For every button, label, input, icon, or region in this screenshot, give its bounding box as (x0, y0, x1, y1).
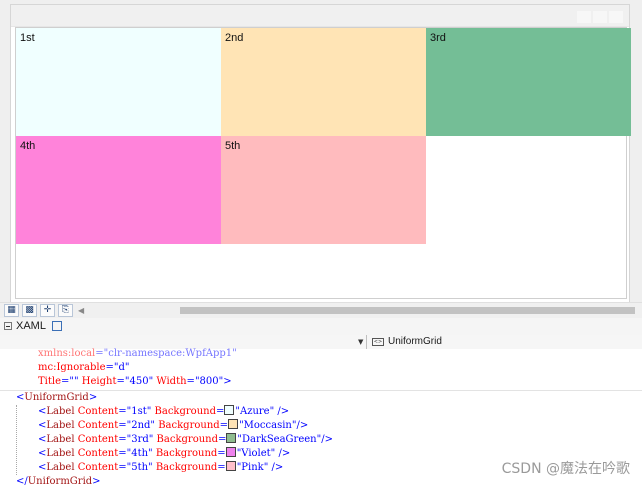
attr-name: Background (158, 420, 220, 431)
attr-name: Content (77, 462, 119, 473)
tag-name: Label (46, 420, 75, 431)
color-swatch-icon[interactable] (228, 419, 239, 429)
attr-name: Background (155, 448, 218, 459)
code-line: <Label Content="5th" Background= "Pink" /… (38, 461, 284, 473)
color-swatch-icon[interactable] (225, 447, 236, 457)
checker-icon[interactable]: ▩ (22, 304, 37, 317)
grid-icon[interactable]: ▦ (4, 304, 19, 317)
attr-name: Content (77, 420, 119, 431)
color-swatch-icon[interactable] (224, 405, 235, 415)
attr-value: "2nd" (126, 420, 156, 431)
divider (366, 335, 367, 349)
snap-icon[interactable]: ✛ (40, 304, 55, 317)
attr-name: Title (38, 376, 62, 387)
attr-name: Content (77, 434, 119, 445)
attr-value: "Moccasin" (239, 420, 297, 431)
attr-name: Background (155, 462, 218, 473)
uniform-grid[interactable]: 1st 2nd 3rd 4th 5th (15, 27, 631, 299)
tag-bracket: /> (321, 434, 333, 445)
tag-name: Label (46, 448, 75, 459)
attr-name: Background (154, 406, 216, 417)
attr-name: Height (81, 376, 117, 387)
grid-cell-1st[interactable]: 1st (16, 28, 221, 136)
window-preview: 1st 2nd 3rd 4th 5th (10, 4, 631, 302)
attr-name: Background (156, 434, 219, 445)
horizontal-scrollbar[interactable] (180, 307, 635, 314)
attr-value: "800" (194, 376, 224, 387)
code-line: <UniformGrid> (16, 392, 98, 403)
tag-bracket: /> (296, 420, 309, 431)
tag-name: Label (46, 406, 75, 417)
color-swatch-icon[interactable] (225, 461, 236, 471)
code-line: <Label Content="3rd" Background= "DarkSea… (38, 433, 333, 445)
window-titlebar (11, 5, 629, 27)
tag-name: Label (46, 462, 75, 473)
tag-name: UniformGrid (27, 476, 93, 487)
watermark: CSDN @魔法在吟歌 (501, 461, 630, 477)
attr-name: Content (77, 448, 119, 459)
tab-xaml[interactable]: XAML (16, 320, 46, 332)
indent-guide (16, 405, 17, 475)
cell-label: 5th (225, 140, 241, 152)
attr-value: "3rd" (126, 434, 154, 445)
attr-value: "450" (124, 376, 154, 387)
code-line: <Label Content="4th" Background= "Violet"… (38, 447, 291, 459)
attr-name: Width (156, 376, 187, 387)
grid-cell-5th[interactable]: 5th (221, 136, 426, 244)
code-line: xmlns:local="clr-namespace:WpfApp1" (38, 348, 237, 359)
attr-value: "" (69, 376, 79, 387)
grid-cell-4th[interactable]: 4th (16, 136, 221, 244)
chevron-down-icon[interactable]: ▼ (358, 335, 363, 349)
attr-name: mc:Ignorable (38, 362, 106, 373)
designer-toolbar: ▦ ▩ ✛ ⎘ ◀ (0, 302, 642, 319)
code-line: <Label Content="2nd" Background= "Moccasi… (38, 419, 309, 431)
grid-cell-3rd[interactable]: 3rd (426, 28, 631, 136)
attr-value: "Azure" (235, 406, 275, 417)
code-line: mc:Ignorable="d" (38, 362, 130, 373)
tag-bracket: /> (274, 406, 290, 417)
grid-cell-2nd[interactable]: 2nd (221, 28, 426, 136)
xaml-editor[interactable]: xmlns:local="clr-namespace:WpfApp1" mc:I… (0, 348, 642, 492)
code-line: </UniformGrid> (16, 476, 101, 487)
attr-value: "Violet" (236, 448, 276, 459)
collapse-icon[interactable] (4, 322, 12, 330)
tag-bracket: > (223, 376, 232, 387)
maximize-icon[interactable] (593, 11, 607, 23)
attr-value: "d" (113, 362, 130, 373)
tag-bracket: /> (268, 462, 284, 473)
code-icon[interactable]: ⎘ (58, 304, 73, 317)
attr-name: Content (77, 406, 119, 417)
code-line: Title="" Height="450" Width="800"> (38, 376, 232, 387)
element-icon: <> (372, 338, 384, 346)
cell-label: 4th (20, 140, 36, 152)
tag-name: Label (46, 434, 75, 445)
attr-value: "clr-namespace:WpfApp1" (103, 348, 237, 359)
attr-value: "1st" (126, 406, 152, 417)
swap-panes-icon[interactable] (52, 321, 62, 331)
cell-label: 3rd (430, 32, 446, 44)
tag-name: UniformGrid (24, 392, 89, 403)
tab-strip: XAML (0, 318, 642, 336)
attr-value: "4th" (126, 448, 153, 459)
attr-value: "5th" (126, 462, 153, 473)
scroll-left-icon[interactable]: ◀ (78, 304, 84, 317)
attr-value: "Pink" (236, 462, 269, 473)
element-selector[interactable]: UniformGrid (388, 336, 442, 347)
attr-name: xmlns:local (38, 348, 96, 359)
tag-bracket: /> (275, 448, 291, 459)
minimize-icon[interactable] (577, 11, 591, 23)
cell-label: 1st (20, 32, 35, 44)
code-line: <Label Content="1st" Background= "Azure" … (38, 405, 290, 417)
color-swatch-icon[interactable] (226, 433, 237, 443)
designer-surface: 1st 2nd 3rd 4th 5th (0, 0, 642, 302)
attr-value: "DarkSeaGreen" (237, 434, 322, 445)
close-icon[interactable] (609, 11, 623, 23)
cell-label: 2nd (225, 32, 244, 44)
